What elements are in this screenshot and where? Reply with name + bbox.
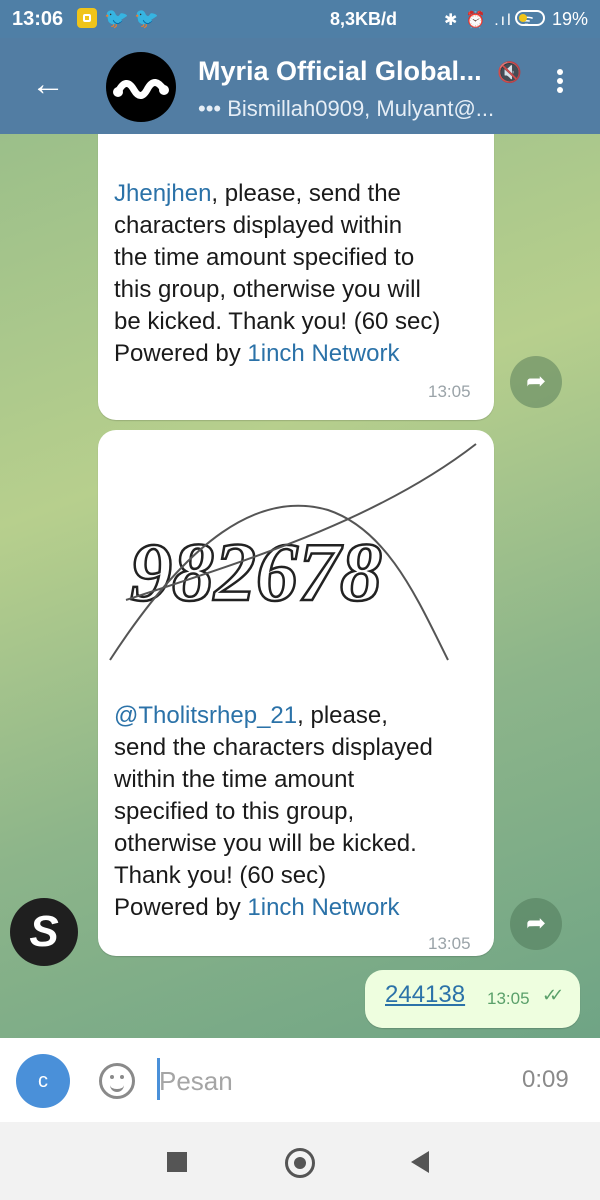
message-bubble[interactable]: 982678 @Tholitsrhep_21, please, send the… (98, 430, 494, 956)
powered-by-link[interactable]: 1inch Network (247, 894, 399, 921)
twitter-icon: 🐦 (104, 8, 129, 30)
chat-subtitle: ••• Bismillah0909, Mulyant@... (198, 96, 495, 121)
outgoing-message-bubble[interactable]: 244138 13:05 ✓✓ (365, 970, 580, 1028)
message-time: 13:05 (428, 382, 471, 401)
message-line: characters displayed within (114, 212, 403, 239)
message-bubble[interactable]: Jhenjhen, please, send the characters di… (98, 134, 494, 420)
message-time: 13:05 (428, 934, 471, 953)
message-text: @Tholitsrhep_21, please, (114, 702, 388, 729)
network-speed: 8,3KB/d (330, 9, 398, 29)
user-mention[interactable]: @Tholitsrhep_21 (114, 702, 297, 729)
twitter-icon: 🐦 (134, 8, 159, 30)
outgoing-message-text[interactable]: 244138 (385, 981, 465, 1009)
status-bar: 13:06 🐦 🐦 8,3KB/d ✱ ⏰ .ıl ᯤ 19% (0, 0, 600, 38)
notification-app-icon (77, 8, 97, 28)
message-input[interactable] (157, 1060, 501, 1102)
message-line: send the characters displayed (114, 734, 433, 761)
message-line: the time amount specified to (114, 244, 415, 271)
status-time: 13:06 (12, 8, 64, 30)
mute-icon: 🔇 (497, 62, 522, 84)
back-triangle-icon[interactable] (411, 1151, 429, 1173)
emoji-icon[interactable] (99, 1063, 135, 1099)
forward-button[interactable]: ➦ (510, 898, 562, 950)
battery-percent: 19% (552, 9, 589, 29)
message-line: otherwise you will be kicked. (114, 830, 417, 857)
chat-title[interactable]: Myria Official Global... (198, 56, 482, 87)
chat-area[interactable]: Jhenjhen, please, send the characters di… (0, 134, 600, 1038)
more-menu-icon[interactable] (545, 66, 575, 106)
double-check-icon: ✓✓ (542, 985, 564, 1005)
powered-by-line: Powered by 1inch Network (114, 340, 400, 367)
home-icon[interactable] (285, 1148, 315, 1178)
attach-button[interactable]: c (16, 1054, 70, 1108)
message-line: specified to this group, (114, 798, 355, 825)
captcha-svg: 982678 (109, 443, 477, 661)
user-mention[interactable]: Jhenjhen (114, 180, 211, 207)
system-navigation-bar (0, 1122, 600, 1200)
outgoing-message-time: 13:05 (487, 989, 530, 1008)
battery-icon (515, 10, 545, 26)
powered-by-link[interactable]: 1inch Network (247, 340, 399, 367)
back-arrow-icon[interactable]: ← (24, 60, 72, 108)
message-line: Thank you! (60 sec) (114, 862, 327, 889)
captcha-image[interactable]: 982678 (98, 430, 494, 670)
message-input-bar: c 0:09 (0, 1038, 600, 1122)
message-line: within the time amount (114, 766, 355, 793)
powered-by-line: Powered by 1inch Network (114, 894, 400, 921)
group-avatar[interactable] (106, 52, 176, 122)
sender-avatar[interactable]: S (10, 898, 78, 966)
myria-logo-icon (113, 79, 169, 99)
message-text: Jhenjhen, please, send the (114, 180, 401, 207)
forward-button[interactable]: ➦ (510, 356, 562, 408)
chat-header: ← Myria Official Global... 🔇 ••• Bismill… (0, 38, 600, 134)
recent-apps-icon[interactable] (167, 1152, 187, 1172)
recording-timer: 0:09 (522, 1066, 569, 1093)
message-line: be kicked. Thank you! (60 sec) (114, 308, 441, 335)
message-line: this group, otherwise you will (114, 276, 421, 303)
captcha-text: 982678 (130, 526, 382, 619)
